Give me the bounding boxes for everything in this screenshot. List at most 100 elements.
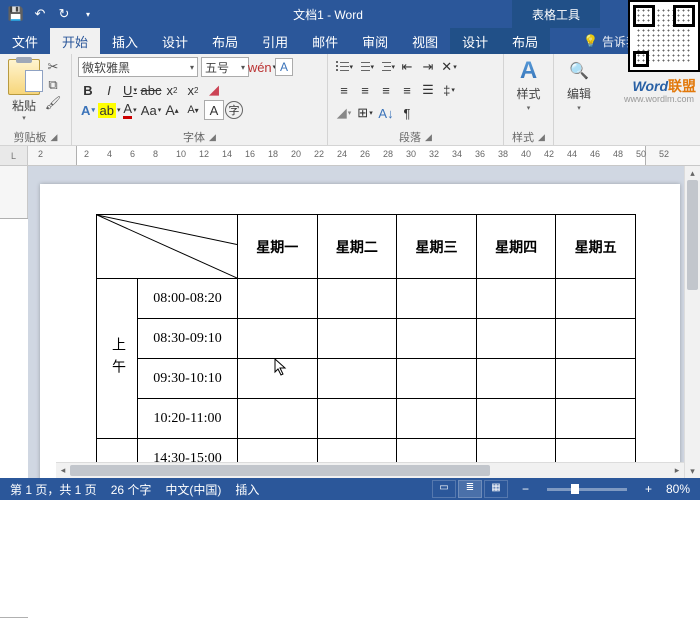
tab-selector[interactable]: L xyxy=(0,146,28,166)
table-cell[interactable] xyxy=(317,399,397,439)
table-cell[interactable] xyxy=(238,279,318,319)
page-count[interactable]: 第 1 页，共 1 页 xyxy=(10,481,97,498)
strikethrough-button[interactable]: abc xyxy=(141,80,161,100)
page[interactable]: 星期一 星期二 星期三 星期四 星期五 上午 08:00-08:20 08:30… xyxy=(40,184,680,478)
tab-table-layout[interactable]: 布局 xyxy=(500,28,550,54)
clipboard-launcher-icon[interactable]: ◢ xyxy=(51,132,58,143)
language[interactable]: 中文(中国) xyxy=(165,481,221,498)
time-cell[interactable]: 09:30-10:10 xyxy=(138,359,238,399)
bold-button[interactable]: B xyxy=(78,80,98,100)
decrease-indent-button[interactable]: ⇤ xyxy=(397,57,417,77)
copy-icon[interactable]: ⧉ xyxy=(44,77,62,93)
tab-mailings[interactable]: 邮件 xyxy=(300,28,350,54)
change-case-button[interactable]: Aa▾ xyxy=(141,100,161,120)
zoom-in-button[interactable]: + xyxy=(645,482,652,496)
table-header[interactable]: 星期二 xyxy=(317,215,397,279)
shrink-font-button[interactable]: A▾ xyxy=(183,100,203,120)
phonetic-guide-button[interactable]: wén▾ xyxy=(252,57,272,77)
font-size-combo[interactable]: 五号▾ xyxy=(201,57,249,77)
web-layout-icon[interactable]: ▦ xyxy=(484,480,508,498)
schedule-table[interactable]: 星期一 星期二 星期三 星期四 星期五 上午 08:00-08:20 08:30… xyxy=(96,214,636,478)
scroll-left-icon[interactable]: ◂ xyxy=(56,463,70,478)
word-count[interactable]: 26 个字 xyxy=(111,481,152,498)
align-center-button[interactable]: ≡ xyxy=(355,80,375,100)
scroll-right-icon[interactable]: ▸ xyxy=(670,463,684,478)
align-left-button[interactable]: ≡ xyxy=(334,80,354,100)
format-painter-icon[interactable]: 🖌 xyxy=(44,95,62,111)
sort-button[interactable]: A↓ xyxy=(376,103,396,123)
table-header[interactable]: 星期五 xyxy=(556,215,636,279)
table-cell[interactable] xyxy=(317,359,397,399)
styles-button[interactable]: A 样式 ▾ xyxy=(512,57,544,114)
cut-icon[interactable]: ✂ xyxy=(44,59,62,75)
scroll-thumb[interactable] xyxy=(70,465,490,476)
superscript-button[interactable]: x2 xyxy=(183,80,203,100)
tab-table-design[interactable]: 设计 xyxy=(450,28,500,54)
multilevel-list-button[interactable]: ▾ xyxy=(376,57,396,77)
zoom-level[interactable]: 80% xyxy=(666,482,690,496)
tab-home[interactable]: 开始 xyxy=(50,28,100,54)
editing-button[interactable]: 🔍 编辑 ▾ xyxy=(563,57,595,114)
zoom-out-button[interactable]: − xyxy=(522,482,529,496)
scrollbar-vertical[interactable]: ▴ ▾ xyxy=(684,166,700,478)
tab-view[interactable]: 视图 xyxy=(400,28,450,54)
read-mode-icon[interactable]: ▭ xyxy=(432,480,456,498)
scroll-thumb[interactable] xyxy=(687,180,698,290)
print-layout-icon[interactable]: ≣ xyxy=(458,480,482,498)
table-header[interactable]: 星期三 xyxy=(397,215,477,279)
scroll-up-icon[interactable]: ▴ xyxy=(685,166,700,180)
table-cell[interactable] xyxy=(317,279,397,319)
table-cell[interactable] xyxy=(556,399,636,439)
show-marks-button[interactable]: ¶ xyxy=(397,103,417,123)
time-cell[interactable]: 10:20-11:00 xyxy=(138,399,238,439)
table-header[interactable]: 星期四 xyxy=(476,215,556,279)
shading-button[interactable]: ◢▾ xyxy=(334,103,354,123)
save-icon[interactable]: 💾 xyxy=(8,6,24,22)
table-cell[interactable] xyxy=(397,319,477,359)
table-cell[interactable] xyxy=(397,399,477,439)
grow-font-button[interactable]: A▴ xyxy=(162,100,182,120)
ruler-vertical[interactable] xyxy=(0,166,28,478)
tab-references[interactable]: 引用 xyxy=(250,28,300,54)
clear-formatting-button[interactable]: ◢ xyxy=(204,80,224,100)
subscript-button[interactable]: x2 xyxy=(162,80,182,100)
time-cell[interactable]: 08:00-08:20 xyxy=(138,279,238,319)
numbering-button[interactable]: ▾ xyxy=(355,57,375,77)
styles-launcher-icon[interactable]: ◢ xyxy=(538,132,545,143)
zoom-slider[interactable] xyxy=(547,488,627,491)
tab-design[interactable]: 设计 xyxy=(150,28,200,54)
font-launcher-icon[interactable]: ◢ xyxy=(209,132,216,143)
table-cell[interactable] xyxy=(397,359,477,399)
redo-icon[interactable]: ↻ xyxy=(56,6,72,22)
underline-button[interactable]: U▾ xyxy=(120,80,140,100)
text-effects-button[interactable]: A▾ xyxy=(78,100,98,120)
table-cell[interactable] xyxy=(238,359,318,399)
table-cell[interactable] xyxy=(238,399,318,439)
tab-insert[interactable]: 插入 xyxy=(100,28,150,54)
diagonal-header-cell[interactable] xyxy=(97,215,238,279)
table-cell[interactable] xyxy=(556,279,636,319)
table-cell[interactable] xyxy=(238,319,318,359)
highlight-button[interactable]: ab▾ xyxy=(99,100,119,120)
ruler-horizontal[interactable]: L 22468101214161820222426283032343638404… xyxy=(0,146,700,166)
font-name-combo[interactable]: 微软雅黑▾ xyxy=(78,57,198,77)
character-border-button[interactable]: A xyxy=(275,58,293,76)
table-cell[interactable] xyxy=(317,319,397,359)
paragraph-launcher-icon[interactable]: ◢ xyxy=(425,132,432,143)
asian-layout-button[interactable]: ✕▾ xyxy=(439,57,459,77)
table-cell[interactable] xyxy=(476,319,556,359)
insert-mode[interactable]: 插入 xyxy=(235,481,259,498)
table-cell[interactable] xyxy=(556,359,636,399)
table-header[interactable]: 星期一 xyxy=(238,215,318,279)
period-cell[interactable]: 上午 xyxy=(97,279,138,439)
increase-indent-button[interactable]: ⇥ xyxy=(418,57,438,77)
borders-button[interactable]: ⊞▾ xyxy=(355,103,375,123)
time-cell[interactable]: 08:30-09:10 xyxy=(138,319,238,359)
table-cell[interactable] xyxy=(476,279,556,319)
qat-customize-icon[interactable]: ▾ xyxy=(80,6,96,22)
scrollbar-horizontal[interactable]: ◂ ▸ xyxy=(56,462,684,478)
align-right-button[interactable]: ≡ xyxy=(376,80,396,100)
tab-layout[interactable]: 布局 xyxy=(200,28,250,54)
undo-icon[interactable]: ↶ xyxy=(32,6,48,22)
font-color-button[interactable]: A▾ xyxy=(120,100,140,120)
